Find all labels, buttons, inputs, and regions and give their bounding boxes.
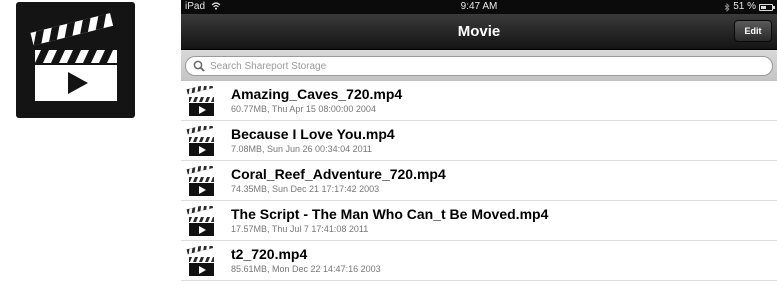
file-details: 17.57MB, Thu Jul 7 17:41:08 2011 [231, 224, 369, 234]
file-row[interactable]: Because I Love You.mp4 7.08MB, Sun Jun 2… [181, 121, 777, 161]
video-file-icon [186, 246, 214, 276]
file-name: The Script - The Man Who Can_t Be Moved.… [231, 206, 549, 222]
file-row[interactable]: Coral_Reef_Adventure_720.mp4 74.35MB, Su… [181, 161, 777, 201]
file-details: 85.61MB, Mon Dec 22 14:47:16 2003 [231, 264, 381, 274]
video-file-icon [186, 206, 214, 236]
battery-percent: 51 % [733, 1, 756, 12]
file-row[interactable]: The Script - The Man Who Can_t Be Moved.… [181, 201, 777, 241]
file-row[interactable]: t2_720.mp4 85.61MB, Mon Dec 22 14:47:16 … [181, 241, 777, 281]
file-list: Amazing_Caves_720.mp4 60.77MB, Thu Apr 1… [181, 81, 777, 281]
file-details: 7.08MB, Sun Jun 26 00:34:04 2011 [231, 144, 372, 154]
status-right: 51 % [724, 0, 775, 14]
navigation-bar: Movie Edit [181, 14, 777, 50]
search-icon [193, 60, 205, 72]
video-file-icon [186, 126, 214, 156]
page-title: Movie [457, 23, 501, 40]
file-name: Amazing_Caves_720.mp4 [231, 86, 403, 102]
search-bar: Search Shareport Storage [181, 50, 777, 81]
search-placeholder: Search Shareport Storage [210, 60, 327, 72]
file-details: 74.35MB, Sun Dec 21 17:17:42 2003 [231, 184, 380, 194]
status-bar: iPad 9:47 AM 51 % [181, 0, 777, 14]
file-details: 60.77MB, Thu Apr 15 08:00:00 2004 [231, 104, 376, 114]
video-file-icon [186, 166, 214, 196]
file-name: Because I Love You.mp4 [231, 126, 395, 142]
status-time: 9:47 AM [460, 1, 498, 12]
file-row[interactable]: Amazing_Caves_720.mp4 60.77MB, Thu Apr 1… [181, 81, 777, 121]
battery-fill [761, 5, 766, 9]
search-input[interactable]: Search Shareport Storage [185, 56, 773, 76]
ipad-screen: iPad 9:47 AM 51 % Movie Edit Search Shar… [181, 0, 777, 291]
file-name: t2_720.mp4 [231, 246, 308, 262]
movie-app-icon[interactable] [16, 2, 135, 118]
video-file-icon [186, 86, 214, 116]
file-name: Coral_Reef_Adventure_720.mp4 [231, 166, 446, 182]
bluetooth-icon [724, 2, 730, 12]
battery-icon [759, 3, 775, 11]
edit-button[interactable]: Edit [734, 20, 772, 42]
clapperboard-icon [30, 13, 117, 101]
